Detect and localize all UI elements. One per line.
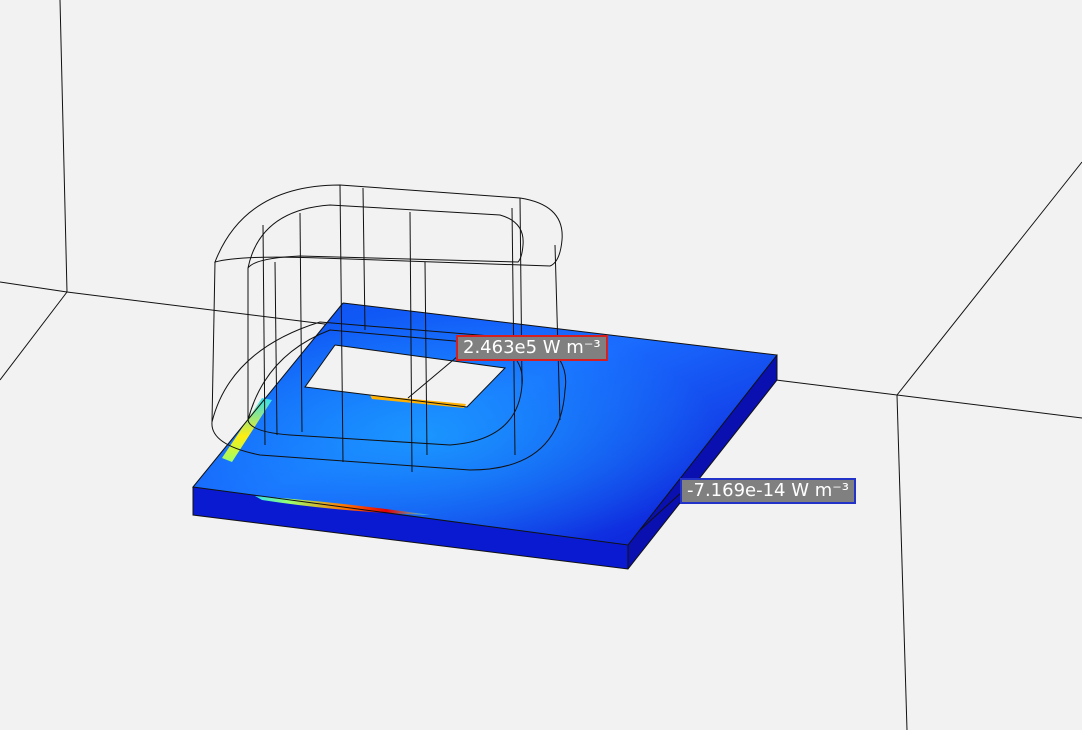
box-edge (896, 394, 908, 730)
min-value-label: -7.169e-14 W m⁻³ (687, 480, 849, 501)
box-edge (896, 161, 1082, 396)
coil-vertical (211, 261, 216, 423)
max-value-label: 2.463e5 W m⁻³ (463, 337, 601, 358)
3d-scene[interactable] (0, 0, 1082, 730)
max-value-annotation[interactable]: 2.463e5 W m⁻³ (456, 335, 608, 361)
min-value-annotation[interactable]: -7.169e-14 W m⁻³ (680, 478, 856, 504)
box-edge (0, 281, 68, 293)
coil-top-inner (247, 204, 524, 269)
graphics-viewport[interactable]: 2.463e5 W m⁻³ -7.169e-14 W m⁻³ (0, 0, 1082, 730)
box-edge (0, 291, 68, 381)
coil-top-outer (214, 184, 563, 267)
box-edge (59, 0, 68, 293)
max-leader-line (407, 355, 459, 399)
